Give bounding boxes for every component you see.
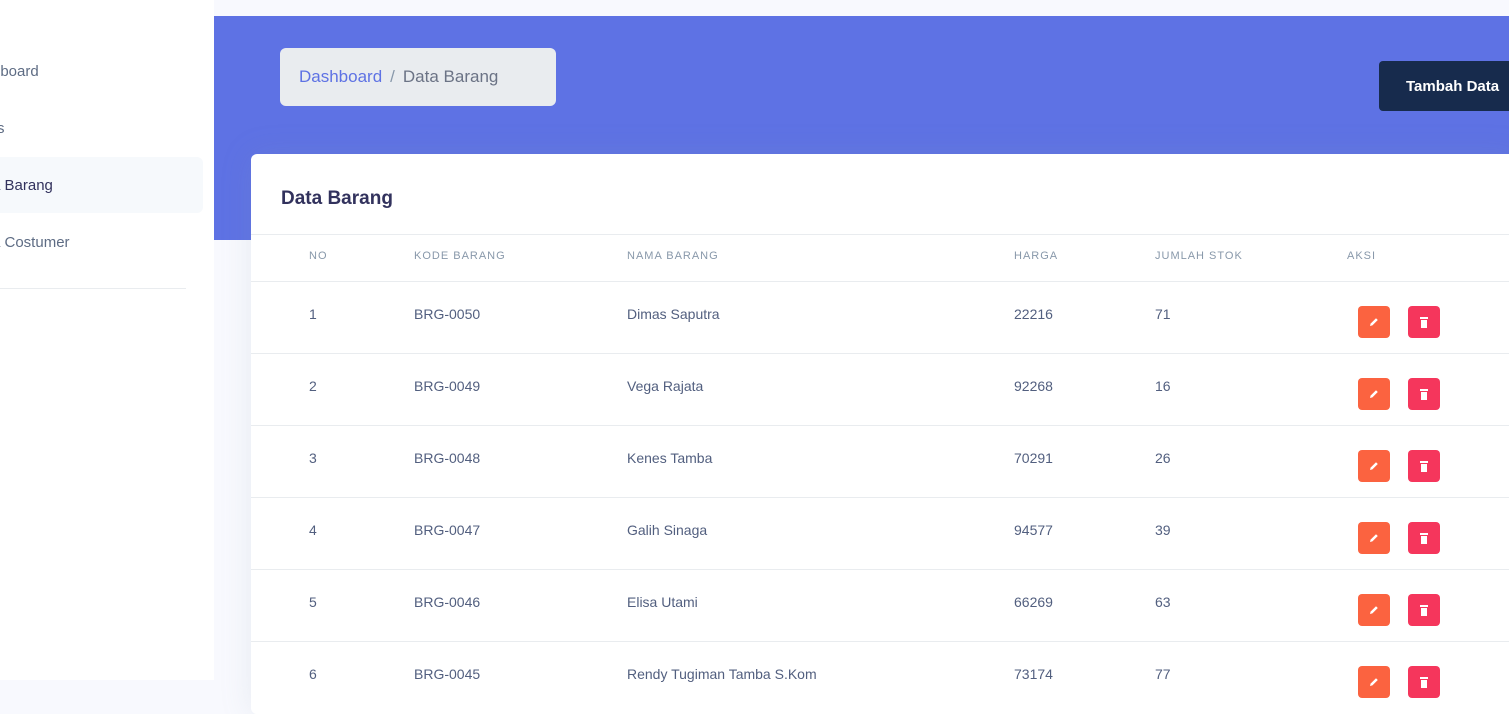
breadcrumb: Dashboard / Data Barang [280, 48, 556, 106]
pencil-icon [1368, 604, 1380, 616]
cell-harga: 92268 [1014, 378, 1053, 394]
pencil-icon [1368, 460, 1380, 472]
table-divider [251, 234, 1509, 235]
card-title: Data Barang [281, 188, 393, 209]
delete-button[interactable] [1408, 522, 1440, 554]
sidebar-item-label: hboard [0, 62, 39, 80]
delete-button[interactable] [1408, 594, 1440, 626]
cell-harga: 70291 [1014, 450, 1053, 466]
column-header-nama: NAMA BARANG [627, 250, 719, 262]
cell-kode-barang: BRG-0048 [414, 450, 481, 466]
table-row: 4 BRG-0047 Galih Sinaga 94577 39 [251, 497, 1509, 570]
table-row: 1 BRG-0050 Dimas Saputra 22216 71 [251, 281, 1509, 354]
cell-jumlah-stok: 63 [1155, 594, 1171, 610]
edit-button[interactable] [1358, 522, 1390, 554]
pencil-icon [1368, 676, 1380, 688]
trash-icon [1418, 604, 1430, 617]
cell-jumlah-stok: 71 [1155, 306, 1171, 322]
delete-button[interactable] [1408, 666, 1440, 698]
data-card: Data Barang NO KODE BARANG NAMA BARANG H… [251, 154, 1509, 714]
edit-button[interactable] [1358, 306, 1390, 338]
cell-nama-barang: Galih Sinaga [627, 522, 708, 538]
sidebar-item-data-costumer[interactable]: a Costumer [0, 214, 203, 270]
column-header-no: NO [309, 250, 328, 262]
column-header-harga: HARGA [1014, 250, 1059, 262]
breadcrumb-current: Data Barang [402, 67, 499, 86]
edit-button[interactable] [1358, 594, 1390, 626]
sidebar: hboard rs a Barang a Costumer [0, 0, 214, 680]
cell-no: 2 [309, 378, 317, 394]
delete-button[interactable] [1408, 306, 1440, 338]
edit-button[interactable] [1358, 450, 1390, 482]
delete-button[interactable] [1408, 378, 1440, 410]
cell-jumlah-stok: 16 [1155, 378, 1171, 394]
cell-no: 5 [309, 594, 317, 610]
cell-harga: 94577 [1014, 522, 1053, 538]
trash-icon [1418, 316, 1430, 329]
column-header-aksi: AKSI [1347, 250, 1377, 262]
trash-icon [1418, 532, 1430, 545]
edit-button[interactable] [1358, 378, 1390, 410]
cell-nama-barang: Kenes Tamba [627, 450, 713, 466]
table-row: 3 BRG-0048 Kenes Tamba 70291 26 [251, 425, 1509, 498]
edit-button[interactable] [1358, 666, 1390, 698]
cell-jumlah-stok: 26 [1155, 450, 1171, 466]
cell-harga: 66269 [1014, 594, 1053, 610]
add-data-button[interactable]: Tambah Data [1379, 61, 1509, 111]
trash-icon [1418, 460, 1430, 473]
sidebar-item-label: a Barang [0, 176, 53, 194]
cell-kode-barang: BRG-0050 [414, 306, 481, 322]
table-row: 5 BRG-0046 Elisa Utami 66269 63 [251, 569, 1509, 642]
cell-kode-barang: BRG-0049 [414, 378, 481, 394]
sidebar-item-label: a Costumer [0, 233, 70, 251]
cell-no: 3 [309, 450, 317, 466]
table-row: 6 BRG-0045 Rendy Tugiman Tamba S.Kom 73174 7… [251, 641, 1509, 714]
pencil-icon [1368, 388, 1380, 400]
cell-no: 4 [309, 522, 317, 538]
breadcrumb-home-link[interactable]: Dashboard [299, 67, 382, 87]
sidebar-item-dashboard[interactable]: hboard [0, 43, 203, 99]
pencil-icon [1368, 316, 1380, 328]
cell-jumlah-stok: 39 [1155, 522, 1171, 538]
sidebar-divider [0, 288, 186, 289]
column-header-stok: JUMLAH STOK [1155, 250, 1243, 262]
breadcrumb-separator: / [390, 67, 395, 86]
cell-nama-barang: Dimas Saputra [627, 306, 720, 322]
column-header-kode: KODE BARANG [414, 250, 506, 262]
cell-no: 1 [309, 306, 317, 322]
trash-icon [1418, 676, 1430, 689]
pencil-icon [1368, 532, 1380, 544]
cell-nama-barang: Elisa Utami [627, 594, 698, 610]
sidebar-item-users[interactable]: rs [0, 100, 203, 156]
cell-nama-barang: Vega Rajata [627, 378, 704, 394]
cell-kode-barang: BRG-0047 [414, 522, 481, 538]
cell-harga: 22216 [1014, 306, 1053, 322]
trash-icon [1418, 388, 1430, 401]
delete-button[interactable] [1408, 450, 1440, 482]
cell-kode-barang: BRG-0046 [414, 594, 481, 610]
sidebar-item-data-barang[interactable]: a Barang [0, 157, 203, 213]
sidebar-item-label: rs [0, 119, 5, 137]
table-row: 2 BRG-0049 Vega Rajata 92268 16 [251, 353, 1509, 426]
